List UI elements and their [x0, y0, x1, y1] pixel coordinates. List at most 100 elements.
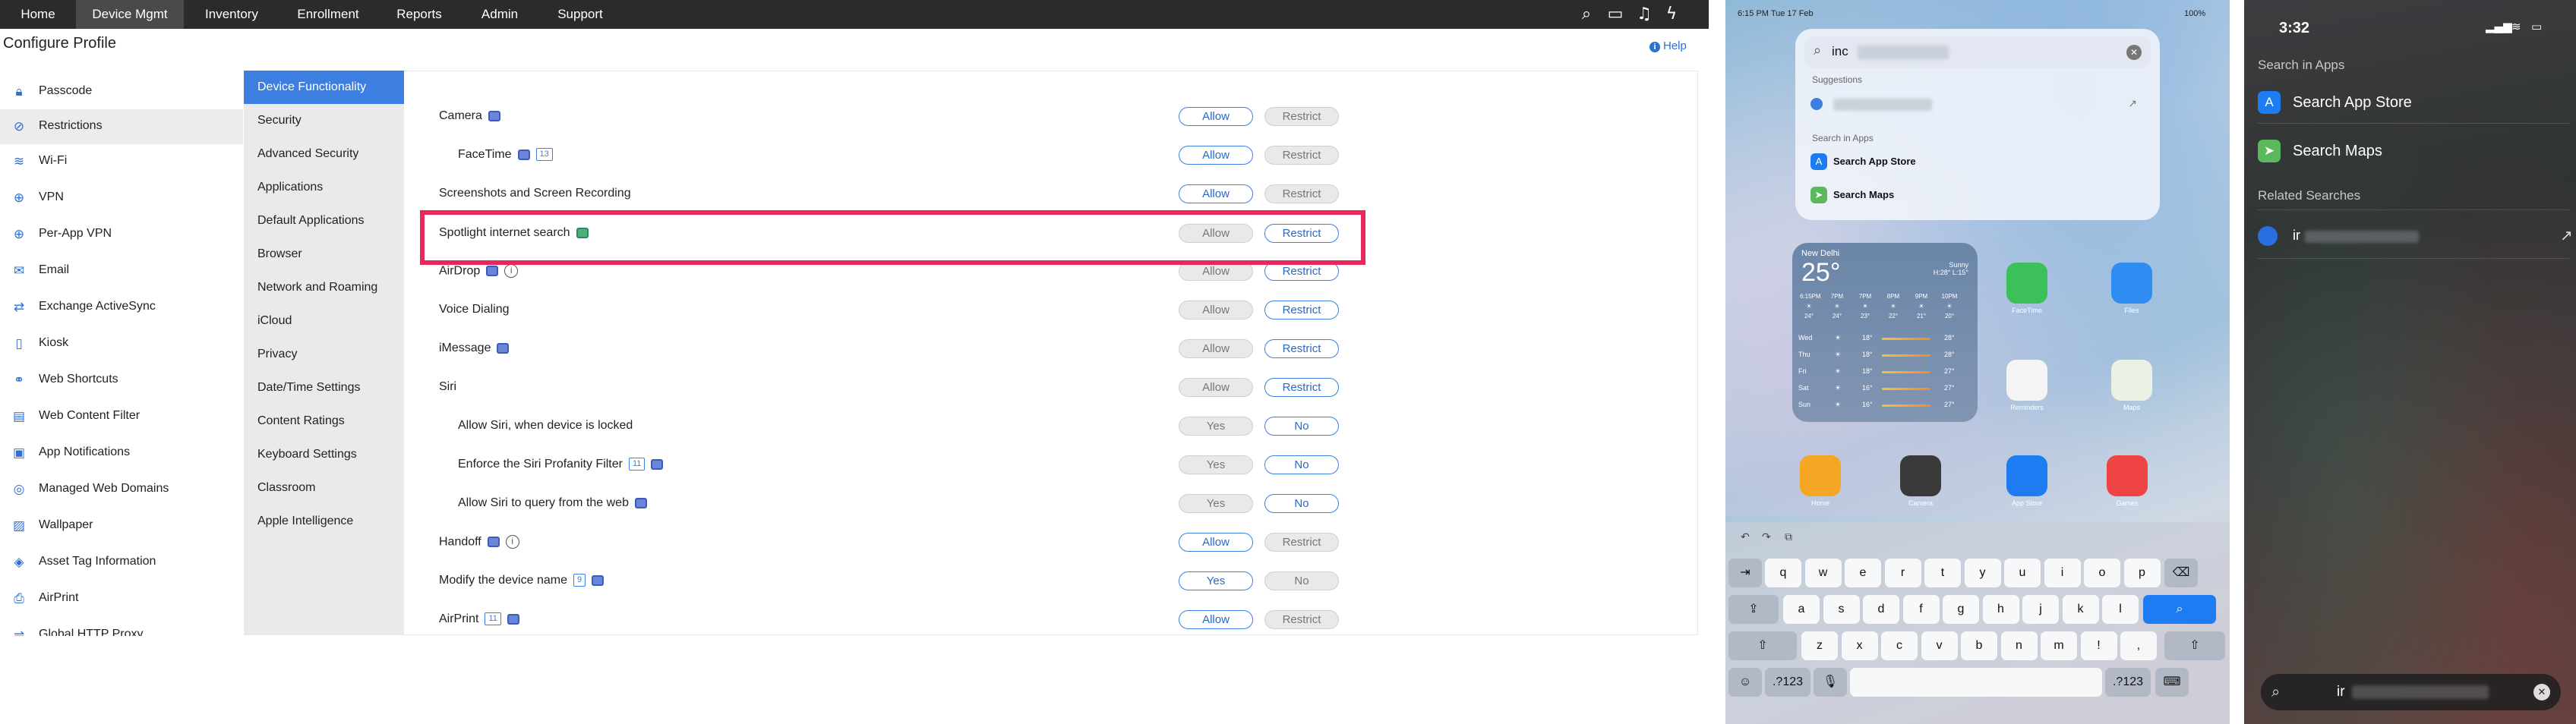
- payload-managed-web-domains[interactable]: ◎ Managed Web Domains: [0, 472, 243, 507]
- category-browser[interactable]: Browser: [244, 238, 404, 271]
- paste-icon[interactable]: ⧉: [1785, 531, 1792, 543]
- space-key[interactable]: [1850, 668, 2102, 697]
- letter-key[interactable]: !: [2080, 631, 2117, 660]
- restrict-button[interactable]: Restrict: [1264, 533, 1339, 552]
- category-network-roaming[interactable]: Network and Roaming: [244, 271, 404, 304]
- letter-key[interactable]: v: [1921, 631, 1958, 660]
- letter-key[interactable]: ,: [2120, 631, 2157, 660]
- spotlight-search-field[interactable]: ⌕ inc ✕: [1804, 36, 2151, 68]
- suggestion-item[interactable]: ↗: [1810, 91, 2145, 117]
- payload-global-http-proxy[interactable]: ⇌ Global HTTP Proxy: [0, 618, 243, 636]
- no-button[interactable]: No: [1264, 455, 1339, 474]
- backspace-key[interactable]: ⌫: [2164, 559, 2198, 587]
- letter-key[interactable]: y: [1964, 559, 2001, 587]
- nav-device-mgmt[interactable]: Device Mgmt: [76, 0, 184, 29]
- letter-key[interactable]: r: [1884, 559, 1921, 587]
- search-maps-result[interactable]: ➤ Search Maps: [1810, 182, 2145, 208]
- category-device-functionality[interactable]: Device Functionality: [244, 71, 404, 104]
- nav-home[interactable]: Home: [0, 0, 76, 29]
- letter-key[interactable]: e: [1845, 559, 1881, 587]
- payload-web-content-filter[interactable]: ▤ Web Content Filter: [0, 399, 243, 434]
- yes-button[interactable]: Yes: [1179, 494, 1253, 513]
- category-classroom[interactable]: Classroom: [244, 471, 404, 505]
- restrict-button[interactable]: Restrict: [1264, 184, 1339, 203]
- letter-key[interactable]: f: [1902, 595, 1940, 624]
- keyboard-dismiss-key[interactable]: ⌨: [2155, 668, 2189, 697]
- category-security[interactable]: Security: [244, 104, 404, 137]
- payload-kiosk[interactable]: ▯ Kiosk: [0, 326, 243, 361]
- letter-key[interactable]: x: [1841, 631, 1878, 660]
- tab-key[interactable]: ⇥: [1728, 559, 1762, 587]
- letter-key[interactable]: c: [1881, 631, 1918, 660]
- payload-per-app-vpn[interactable]: ⊕ Per-App VPN: [0, 217, 243, 252]
- shift-key[interactable]: ⇧: [2164, 631, 2225, 660]
- letter-key[interactable]: s: [1823, 595, 1860, 624]
- letter-key[interactable]: j: [2022, 595, 2059, 624]
- letter-key[interactable]: p: [2123, 559, 2161, 587]
- nav-enrollment[interactable]: Enrollment: [279, 0, 377, 29]
- shift-key[interactable]: ⇧: [1728, 631, 1797, 660]
- allow-button[interactable]: Allow: [1179, 301, 1253, 320]
- yes-button[interactable]: Yes: [1179, 571, 1253, 590]
- video-icon[interactable]: ▭: [1604, 3, 1627, 26]
- letter-key[interactable]: u: [2004, 559, 2041, 587]
- payload-email[interactable]: ✉ Email: [0, 253, 243, 288]
- emoji-key[interactable]: ☺: [1728, 668, 1762, 697]
- files-icon[interactable]: [2111, 263, 2152, 304]
- letter-key[interactable]: w: [1804, 559, 1842, 587]
- allow-button[interactable]: Allow: [1179, 184, 1253, 203]
- letter-key[interactable]: o: [2084, 559, 2120, 587]
- restrict-button[interactable]: Restrict: [1264, 146, 1339, 165]
- allow-button[interactable]: Allow: [1179, 533, 1253, 552]
- redo-icon[interactable]: ↷: [1762, 531, 1771, 543]
- search-key[interactable]: ⌕: [2143, 595, 2216, 624]
- letter-key[interactable]: m: [2041, 631, 2077, 660]
- search-maps-result[interactable]: ➤ Search Maps: [2258, 137, 2562, 167]
- letter-key[interactable]: h: [1982, 595, 2019, 624]
- letter-key[interactable]: k: [2062, 595, 2099, 624]
- search-app-store-result[interactable]: A Search App Store: [1810, 149, 2145, 175]
- category-privacy[interactable]: Privacy: [244, 338, 404, 371]
- clear-icon[interactable]: ✕: [2533, 684, 2550, 700]
- letter-key[interactable]: t: [1924, 559, 1961, 587]
- search-app-store-result[interactable]: A Search App Store: [2258, 88, 2562, 118]
- letter-key[interactable]: g: [1943, 595, 1979, 624]
- nav-reports[interactable]: Reports: [377, 0, 462, 29]
- yes-button[interactable]: Yes: [1179, 455, 1253, 474]
- bell-icon[interactable]: ♫: [1633, 3, 1656, 26]
- letter-key[interactable]: q: [1765, 559, 1801, 587]
- restrict-button[interactable]: Restrict: [1264, 107, 1339, 126]
- no-button[interactable]: No: [1264, 417, 1339, 436]
- microphone-key[interactable]: 🎙︎: [1814, 668, 1847, 697]
- undo-icon[interactable]: ↶: [1741, 531, 1750, 543]
- nav-inventory[interactable]: Inventory: [184, 0, 279, 29]
- restrict-button[interactable]: Restrict: [1264, 301, 1339, 320]
- letter-key[interactable]: a: [1783, 595, 1820, 624]
- letter-key[interactable]: l: [2102, 595, 2139, 624]
- help-link[interactable]: i Help: [1649, 39, 1687, 52]
- payload-wallpaper[interactable]: ▨ Wallpaper: [0, 508, 243, 543]
- restrict-button[interactable]: Restrict: [1264, 610, 1339, 629]
- restrict-button[interactable]: Restrict: [1264, 339, 1339, 358]
- category-icloud[interactable]: iCloud: [244, 304, 404, 338]
- nav-admin[interactable]: Admin: [462, 0, 538, 29]
- numbers-key[interactable]: .?123: [2105, 668, 2151, 697]
- category-content-ratings[interactable]: Content Ratings: [244, 404, 404, 438]
- payload-app-notifications[interactable]: ▣ App Notifications: [0, 436, 243, 471]
- caps-lock-key[interactable]: ⇪: [1728, 595, 1779, 624]
- category-apple-intelligence[interactable]: Apple Intelligence: [244, 505, 404, 538]
- letter-key[interactable]: d: [1863, 595, 1899, 624]
- category-date-time[interactable]: Date/Time Settings: [244, 371, 404, 404]
- reminders-icon[interactable]: [2006, 360, 2047, 401]
- yes-button[interactable]: Yes: [1179, 417, 1253, 436]
- payload-asset-tag[interactable]: ◈ Asset Tag Information: [0, 545, 243, 580]
- weather-widget[interactable]: New Delhi 25° Sunny H:28° L:15° 6:15PM ☀ 24…: [1792, 243, 1978, 422]
- maps-icon[interactable]: [2111, 360, 2152, 401]
- lightning-icon[interactable]: ϟ: [1660, 3, 1683, 26]
- category-advanced-security[interactable]: Advanced Security: [244, 137, 404, 171]
- nav-support[interactable]: Support: [538, 0, 623, 29]
- facetime-icon[interactable]: [2006, 263, 2047, 304]
- allow-button[interactable]: Allow: [1179, 378, 1253, 397]
- clear-icon[interactable]: ✕: [2126, 45, 2142, 60]
- related-search-item[interactable]: ir ↗: [2258, 222, 2573, 252]
